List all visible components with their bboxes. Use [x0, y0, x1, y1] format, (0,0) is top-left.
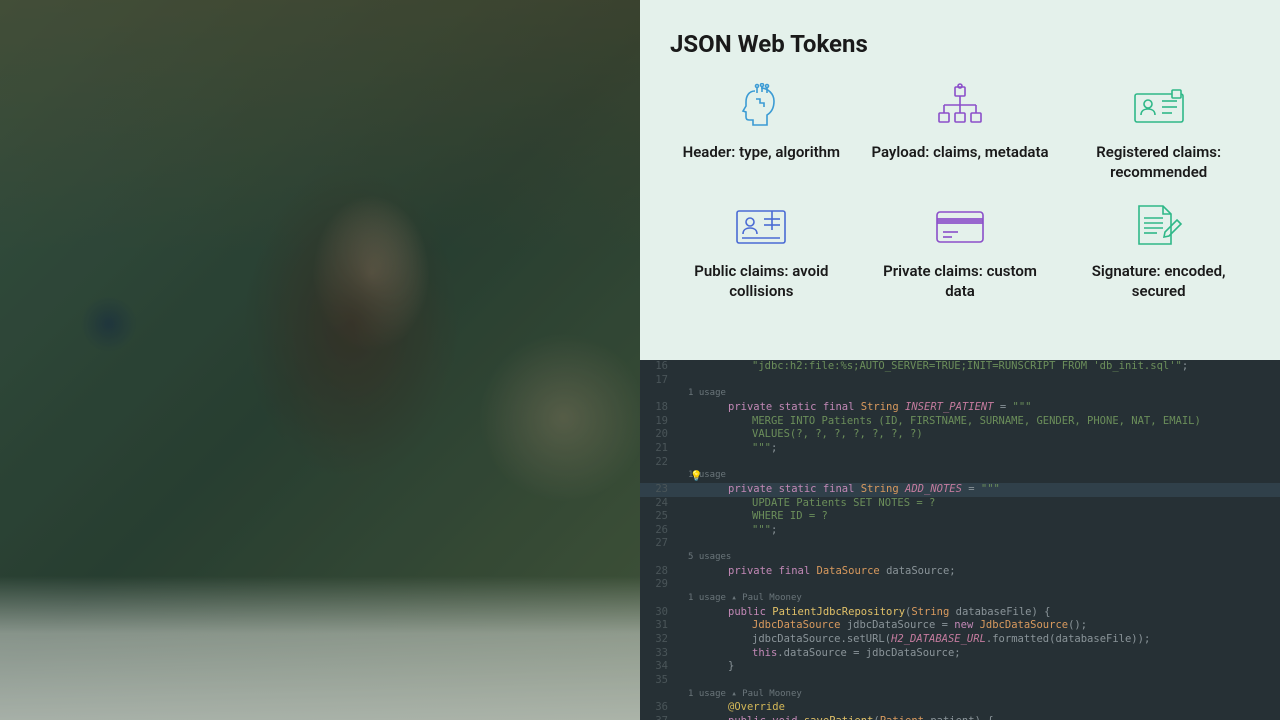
jwt-item-header: Header: type, algorithm [670, 82, 853, 183]
jwt-label: Private claims: custom data [869, 261, 1052, 302]
hero-photo [0, 0, 640, 720]
usage-hint: 1 usage💡 [640, 469, 1280, 483]
jwt-label: Payload: claims, metadata [869, 142, 1052, 162]
code-line[interactable]: 23private static final String ADD_NOTES … [640, 483, 1280, 497]
code-line[interactable]: 30public PatientJdbcRepository(String da… [640, 606, 1280, 620]
usage-hint: 1 usage ▴ Paul Mooney [640, 592, 1280, 606]
jwt-label: Public claims: avoid collisions [670, 261, 853, 302]
jwt-item-public: Public claims: avoid collisions [670, 201, 853, 302]
code-line[interactable]: 34} [640, 660, 1280, 674]
head-ai-icon [670, 82, 853, 132]
code-line[interactable]: 31JdbcDataSource jdbcDataSource = new Jd… [640, 619, 1280, 633]
code-line[interactable]: 17 [640, 374, 1280, 388]
jwt-item-payload: Payload: claims, metadata [869, 82, 1052, 183]
code-line[interactable]: 21"""; [640, 442, 1280, 456]
id-badge-icon [1067, 82, 1250, 132]
code-line[interactable]: 19MERGE INTO Patients (ID, FIRSTNAME, SU… [640, 415, 1280, 429]
code-line[interactable]: 26"""; [640, 524, 1280, 538]
code-line[interactable]: 36@Override [640, 701, 1280, 715]
code-line[interactable]: 29 [640, 578, 1280, 592]
usage-hint: 1 usage ▴ Paul Mooney [640, 688, 1280, 702]
jwt-item-registered: Registered claims: recommended [1067, 82, 1250, 183]
usage-hint: 5 usages [640, 551, 1280, 565]
jwt-label: Header: type, algorithm [670, 142, 853, 162]
credit-card-icon [869, 201, 1052, 251]
code-line[interactable]: 27 [640, 537, 1280, 551]
jwt-grid: Header: type, algorithm Payload: claims,… [670, 82, 1250, 301]
jwt-item-private: Private claims: custom data [869, 201, 1052, 302]
jwt-title: JSON Web Tokens [670, 30, 1250, 58]
code-line[interactable]: 24UPDATE Patients SET NOTES = ? [640, 497, 1280, 511]
jwt-label: Signature: encoded, secured [1067, 261, 1250, 302]
jwt-item-signature: Signature: encoded, secured [1067, 201, 1250, 302]
code-line[interactable]: 16"jdbc:h2:file:%s;AUTO_SERVER=TRUE;INIT… [640, 360, 1280, 374]
code-line[interactable]: 28private final DataSource dataSource; [640, 565, 1280, 579]
code-line[interactable]: 25WHERE ID = ? [640, 510, 1280, 524]
code-line[interactable]: 22 [640, 456, 1280, 470]
code-editor: 16"jdbc:h2:file:%s;AUTO_SERVER=TRUE;INIT… [640, 360, 1280, 720]
jwt-label: Registered claims: recommended [1067, 142, 1250, 183]
id-card-icon [670, 201, 853, 251]
code-line[interactable]: 18private static final String INSERT_PAT… [640, 401, 1280, 415]
jwt-slide: JSON Web Tokens Header: type, algorithm [640, 0, 1280, 360]
code-line[interactable]: 33this.dataSource = jdbcDataSource; [640, 647, 1280, 661]
code-line[interactable]: 20VALUES(?, ?, ?, ?, ?, ?, ?) [640, 428, 1280, 442]
code-line[interactable]: 37public void savePatient(Patient patien… [640, 715, 1280, 720]
hierarchy-icon [869, 82, 1052, 132]
code-line[interactable]: 35 [640, 674, 1280, 688]
document-sign-icon [1067, 201, 1250, 251]
usage-hint: 1 usage [640, 387, 1280, 401]
code-line[interactable]: 32jdbcDataSource.setURL(H2_DATABASE_URL.… [640, 633, 1280, 647]
